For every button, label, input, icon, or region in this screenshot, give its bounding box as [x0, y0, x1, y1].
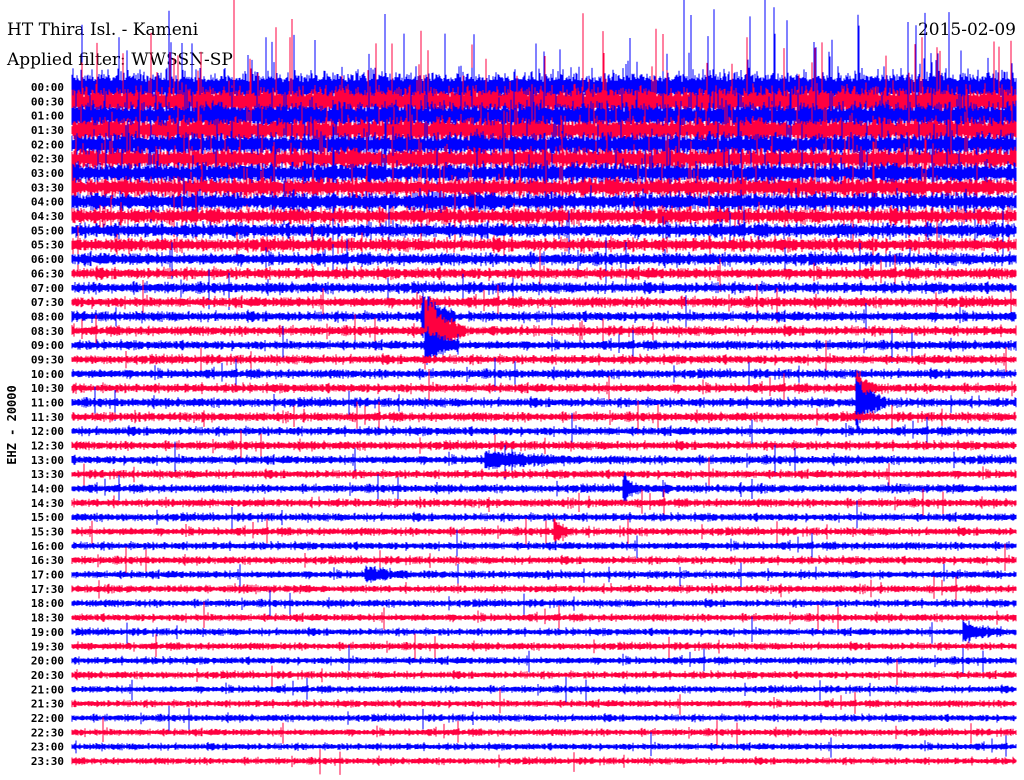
trace-21:30 [71, 688, 1017, 715]
row-time-label: 02:30 [31, 153, 64, 166]
row-time-label: 23:00 [31, 741, 64, 754]
row-time-label: 01:30 [31, 124, 64, 137]
row-time-label: 16:00 [31, 540, 64, 553]
row-time-label: 04:00 [31, 196, 64, 209]
row-time-label: 11:30 [31, 411, 64, 424]
row-time-label: 22:00 [31, 712, 64, 725]
trace-22:00 [71, 705, 1017, 733]
trace-19:00 [71, 616, 1017, 644]
row-time-label: 13:30 [31, 468, 64, 481]
row-time-label: 20:30 [31, 669, 64, 682]
row-time-label: 19:30 [31, 640, 64, 653]
row-time-label: 02:00 [31, 138, 64, 151]
row-time-label: 12:30 [31, 440, 64, 453]
row-time-label: 22:30 [31, 726, 64, 739]
row-time-label: 04:30 [31, 210, 64, 223]
row-time-label: 05:30 [31, 239, 64, 252]
row-time-label: 09:30 [31, 353, 64, 366]
channel-label: EHZ - 20000 [5, 385, 19, 465]
row-time-label: 06:30 [31, 267, 64, 280]
row-time-label: 03:00 [31, 167, 64, 180]
trace-18:30 [71, 601, 1017, 633]
row-time-label: 09:00 [31, 339, 64, 352]
row-time-label: 21:00 [31, 683, 64, 696]
row-time-label: 12:00 [31, 425, 64, 438]
trace-23:00 [71, 732, 1017, 758]
row-time-label: 13:00 [31, 454, 64, 467]
row-time-label: 07:30 [31, 296, 64, 309]
row-time-label: 11:00 [31, 396, 64, 409]
row-time-label: 00:30 [31, 95, 64, 108]
row-time-label: 00:00 [31, 81, 64, 94]
row-time-label: 17:30 [31, 583, 64, 596]
trace-17:00 [71, 562, 1017, 588]
helicorder-plot: 00:0000:30 01:0001:3002:00 02:3003:0003:30… [31, 0, 1017, 775]
row-time-label: 10:30 [31, 382, 64, 395]
row-time-label: 19:00 [31, 626, 64, 639]
row-time-label: 20:00 [31, 655, 64, 668]
row-time-label: 08:00 [31, 310, 64, 323]
row-time-label: 06:00 [31, 253, 64, 266]
row-time-label: 23:30 [31, 755, 64, 768]
row-time-label: 17:00 [31, 569, 64, 582]
trace-21:00 [71, 677, 1017, 704]
row-time-label: 07:00 [31, 282, 64, 295]
row-time-label: 15:00 [31, 511, 64, 524]
row-time-label: 01:00 [31, 110, 64, 123]
row-time-label: 21:30 [31, 698, 64, 711]
trace-18:00 [71, 590, 1017, 619]
trace-19:30 [71, 633, 1017, 662]
trace-15:00 [71, 500, 1017, 530]
trace-22:30 [71, 717, 1017, 747]
row-time-label: 14:30 [31, 497, 64, 510]
row-time-label: 15:30 [31, 526, 64, 539]
row-time-label: 08:30 [31, 325, 64, 338]
row-time-label: 14:00 [31, 483, 64, 496]
trace-17:30 [71, 576, 1017, 600]
row-time-label: 16:30 [31, 554, 64, 567]
row-time-label: 03:30 [31, 181, 64, 194]
row-time-label: 05:00 [31, 224, 64, 237]
row-time-label: 18:30 [31, 612, 64, 625]
row-time-label: 18:00 [31, 597, 64, 610]
row-time-label: 10:00 [31, 368, 64, 381]
trace-23:30 [71, 749, 1017, 775]
